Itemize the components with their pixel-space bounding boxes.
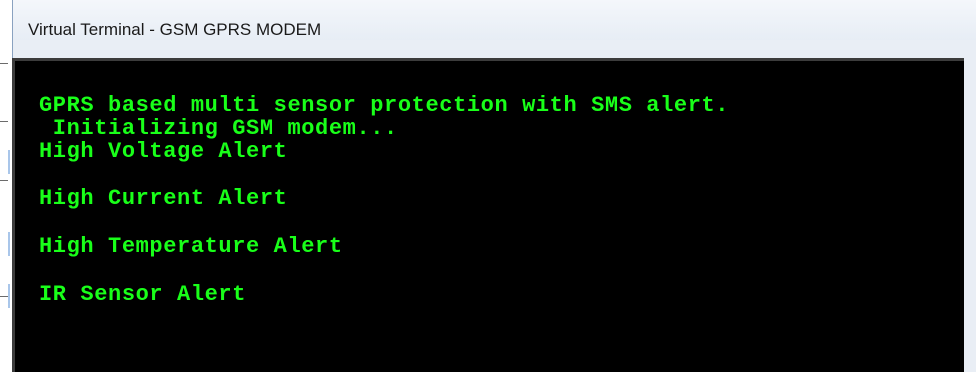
terminal-line-initializing: Initializing GSM modem... — [39, 116, 398, 141]
terminal-line-high-temperature: High Temperature Alert — [39, 234, 343, 259]
window-title: Virtual Terminal - GSM GPRS MODEM — [28, 20, 322, 39]
terminal-output[interactable]: GPRS based multi sensor protection with … — [12, 58, 964, 372]
background-window-edge — [0, 0, 12, 372]
terminal-line-high-voltage: High Voltage Alert — [39, 139, 288, 164]
terminal-line-high-current: High Current Alert — [39, 186, 288, 211]
screen: Virtual Terminal - GSM GPRS MODEM GPRS b… — [0, 0, 976, 372]
window-titlebar[interactable]: Virtual Terminal - GSM GPRS MODEM — [13, 0, 976, 40]
terminal-line-ir-sensor: IR Sensor Alert — [39, 282, 247, 307]
terminal-line-header: GPRS based multi sensor protection with … — [39, 93, 730, 118]
